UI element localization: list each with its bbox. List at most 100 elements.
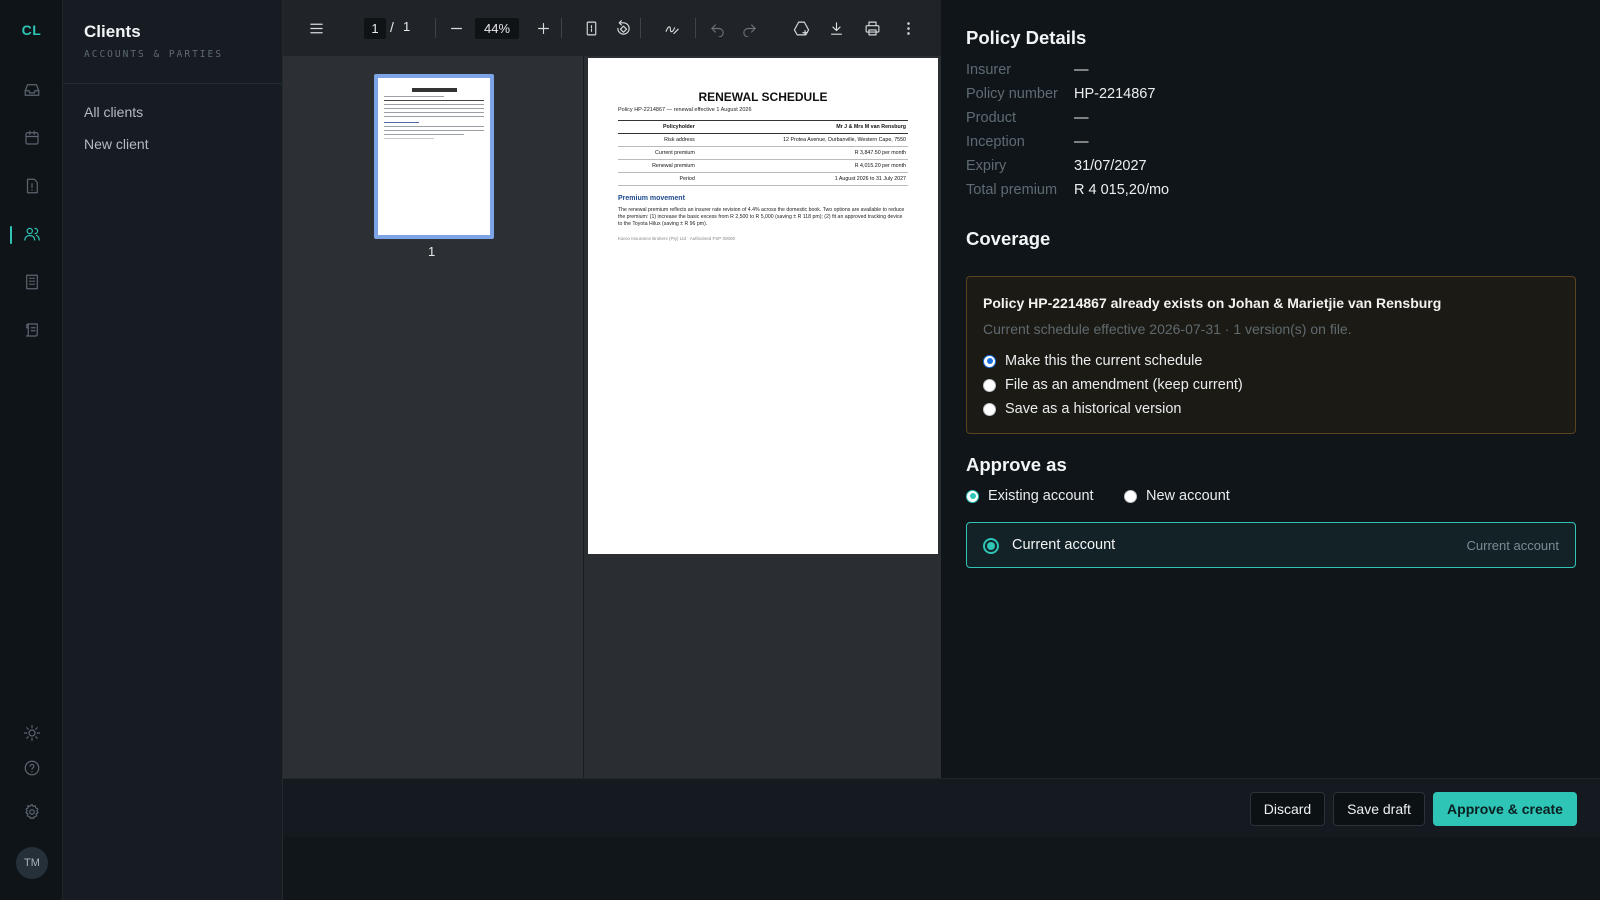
account-tag: Current account bbox=[1466, 538, 1560, 553]
option-label: Save as a historical version bbox=[1005, 401, 1182, 417]
draw-icon[interactable] bbox=[662, 18, 682, 38]
app-logo[interactable]: CL bbox=[0, 22, 63, 38]
detail-label: Product bbox=[966, 110, 1016, 126]
option-label: Existing account bbox=[988, 488, 1094, 504]
rotate-icon[interactable] bbox=[613, 18, 633, 38]
clients-subnav: Clients ACCOUNTS & PARTIES All clients N… bbox=[63, 0, 283, 900]
zoom-out-icon[interactable] bbox=[446, 18, 466, 38]
action-bar: Discard Save draft Approve & create bbox=[283, 778, 1600, 837]
option-file-amendment[interactable]: File as an amendment (keep current) bbox=[983, 377, 1243, 393]
detail-value: 31/07/2027 bbox=[1074, 158, 1147, 174]
toolbar-divider bbox=[561, 18, 562, 38]
page-total: 1 bbox=[403, 19, 411, 34]
row-label: Current premium bbox=[618, 146, 711, 160]
document-section-title: Premium movement bbox=[618, 195, 685, 202]
settings-icon[interactable] bbox=[21, 801, 43, 823]
existing-account-option[interactable]: Existing account bbox=[966, 488, 1094, 504]
fit-page-icon[interactable] bbox=[581, 18, 601, 38]
redo-icon[interactable] bbox=[739, 18, 759, 38]
row-value: R 3,847.50 per month bbox=[710, 146, 908, 160]
detail-value: — bbox=[1074, 62, 1089, 78]
subnav-item-all-clients[interactable]: All clients bbox=[84, 104, 143, 120]
detail-label: Expiry bbox=[966, 158, 1007, 174]
undo-icon[interactable] bbox=[707, 18, 727, 38]
detail-label: Insurer bbox=[966, 62, 1012, 78]
account-name: Current account bbox=[1012, 537, 1116, 553]
sidebar-toggle-icon[interactable] bbox=[306, 18, 326, 38]
section-title: Clients bbox=[84, 22, 141, 41]
detail-value: HP-2214867 bbox=[1074, 86, 1156, 102]
option-label: New account bbox=[1146, 488, 1230, 504]
option-label: Make this the current schedule bbox=[1005, 353, 1203, 369]
row-value: 1 August 2026 to 31 July 2027 bbox=[710, 172, 908, 186]
save-draft-button[interactable]: Save draft bbox=[1333, 792, 1425, 826]
coverage-heading: Coverage bbox=[966, 228, 1051, 249]
policy-details-heading: Policy Details bbox=[966, 27, 1087, 48]
new-account-option[interactable]: New account bbox=[1124, 488, 1230, 504]
print-icon[interactable] bbox=[862, 18, 882, 38]
subnav-item-new-client[interactable]: New client bbox=[84, 136, 149, 152]
page-separator: / bbox=[390, 19, 394, 35]
ledger-icon[interactable] bbox=[21, 319, 43, 341]
more-options-icon[interactable] bbox=[898, 18, 918, 38]
active-indicator bbox=[10, 226, 12, 244]
zoom-in-icon[interactable] bbox=[533, 18, 553, 38]
detail-value: — bbox=[1074, 134, 1089, 150]
radio-button[interactable] bbox=[1124, 489, 1137, 503]
option-make-current[interactable]: Make this the current schedule bbox=[983, 353, 1202, 369]
divider bbox=[63, 83, 283, 84]
table-row: Risk address 12 Protea Avenue, Durbanvil… bbox=[618, 133, 908, 147]
account-radio[interactable] bbox=[983, 538, 999, 554]
approve-as-heading: Approve as bbox=[966, 454, 1067, 475]
document-title: RENEWAL SCHEDULE bbox=[698, 90, 828, 104]
building-icon[interactable] bbox=[21, 271, 43, 293]
row-value: 12 Protea Avenue, Durbanville, Western C… bbox=[710, 133, 908, 147]
detail-label: Inception bbox=[966, 134, 1025, 150]
toolbar-divider bbox=[640, 18, 641, 38]
clients-icon[interactable] bbox=[21, 223, 43, 245]
alert-doc-icon[interactable] bbox=[21, 175, 43, 197]
option-label: File as an amendment (keep current) bbox=[1005, 377, 1243, 393]
document-paragraph: The renewal premium reflects an insurer … bbox=[618, 207, 905, 227]
page-thumbnail[interactable] bbox=[374, 74, 494, 239]
document-footer: Karoo Insurance Brokers (Pty) Ltd · Auth… bbox=[618, 236, 735, 241]
page-number-input[interactable]: 1 bbox=[364, 18, 386, 39]
zoom-level[interactable]: 44% bbox=[475, 18, 519, 39]
app-rail: CL TM bbox=[0, 0, 63, 900]
selected-account-card[interactable]: Current account Current account bbox=[966, 522, 1576, 568]
row-value: R 4,015.20 per month bbox=[710, 159, 908, 173]
row-label: Renewal premium bbox=[618, 159, 711, 173]
user-avatar[interactable]: TM bbox=[16, 847, 48, 879]
table-header-label: Policyholder bbox=[618, 120, 711, 134]
toolbar-divider bbox=[435, 18, 436, 38]
schedule-table: Policyholder Mr J & Mrs M van Rensburg R… bbox=[618, 120, 908, 186]
discard-button[interactable]: Discard bbox=[1250, 792, 1325, 826]
toolbar-divider bbox=[695, 18, 696, 38]
calendar-icon[interactable] bbox=[21, 127, 43, 149]
theme-icon[interactable] bbox=[21, 722, 43, 744]
help-icon[interactable] bbox=[21, 757, 43, 779]
detail-label: Total premium bbox=[966, 182, 1058, 198]
option-historical-version[interactable]: Save as a historical version bbox=[983, 401, 1182, 417]
radio-button[interactable] bbox=[983, 378, 996, 392]
pdf-toolbar: 1 / 1 44% bbox=[283, 0, 941, 56]
radio-button[interactable] bbox=[966, 489, 979, 503]
row-label: Risk address bbox=[618, 133, 711, 147]
detail-value: R 4 015,20/mo bbox=[1074, 182, 1170, 198]
save-to-drive-icon[interactable] bbox=[791, 18, 811, 38]
alert-title: Policy HP-2214867 already exists on Joha… bbox=[983, 295, 1442, 311]
bottom-area bbox=[283, 837, 1600, 900]
inbox-icon[interactable] bbox=[21, 79, 43, 101]
download-icon[interactable] bbox=[826, 18, 846, 38]
document-page: RENEWAL SCHEDULE Policy HP-2214867 — ren… bbox=[588, 58, 938, 554]
duplicate-policy-alert: Policy HP-2214867 already exists on Joha… bbox=[966, 276, 1576, 434]
table-row: Renewal premium R 4,015.20 per month bbox=[618, 159, 908, 173]
policy-panel: Policy Details Insurer — Policy number H… bbox=[941, 0, 1600, 778]
approve-create-button[interactable]: Approve & create bbox=[1433, 792, 1577, 826]
radio-button[interactable] bbox=[983, 402, 996, 416]
radio-button[interactable] bbox=[983, 354, 996, 368]
pdf-viewer: 1 / 1 44% 1 RENEWAL SCHEDULE Policy HP-2… bbox=[283, 0, 941, 778]
section-subtitle: ACCOUNTS & PARTIES bbox=[84, 49, 223, 60]
detail-value: — bbox=[1074, 110, 1089, 126]
table-row: Current premium R 3,847.50 per month bbox=[618, 146, 908, 160]
